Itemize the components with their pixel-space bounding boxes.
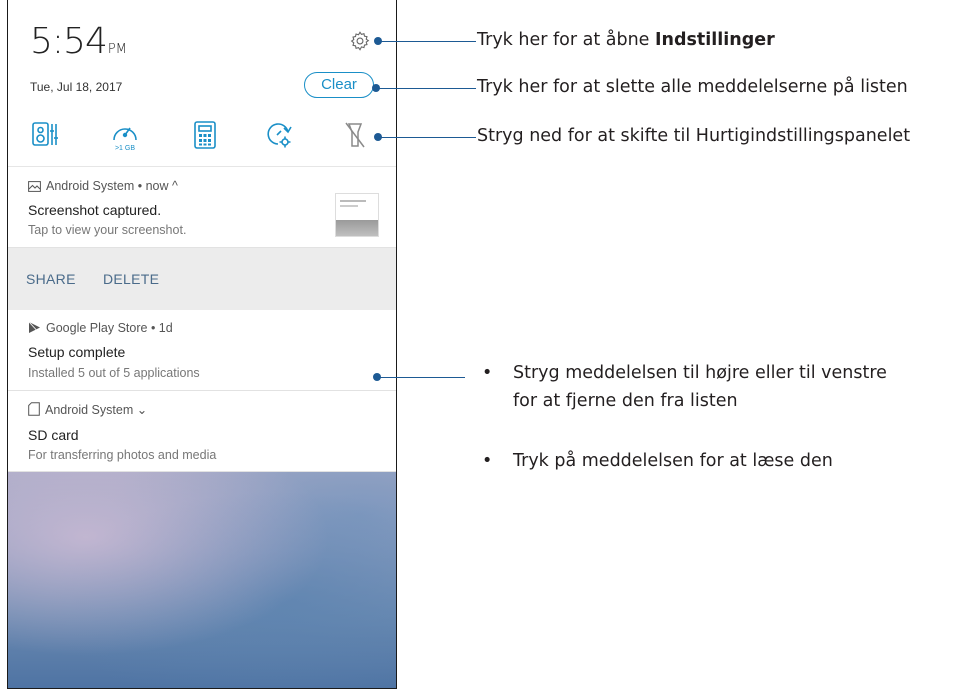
- notification-body: For transferring photos and media: [28, 448, 217, 462]
- date-label: Tue, Jul 18, 2017: [30, 80, 123, 94]
- bullet: •: [482, 451, 493, 471]
- app-name: Android System: [46, 179, 135, 193]
- wallpaper: [8, 472, 396, 688]
- clear-button[interactable]: Clear: [304, 72, 374, 98]
- callout-quick-settings: Stryg ned for at skifte til Hurtigindsti…: [477, 126, 911, 146]
- boost-label: >1 GB: [115, 145, 135, 152]
- callout-line-settings: [378, 41, 476, 42]
- callout-line-notifications: [377, 377, 465, 378]
- sd-card-icon: [28, 402, 40, 416]
- screenshot-thumbnail: [335, 193, 379, 237]
- clock-digits: 5:54: [30, 21, 108, 62]
- clock-ampm: PM: [107, 42, 127, 57]
- notification-header: Google Play Store • 1d: [28, 321, 173, 335]
- callout-settings-prefix: Tryk her for at åbne: [477, 30, 656, 50]
- sync-settings-icon[interactable]: [264, 118, 294, 152]
- callout-clear: Tryk her for at slette alle meddelelsern…: [477, 77, 908, 97]
- calculator-icon[interactable]: [190, 118, 220, 152]
- clock: 5:54PM: [30, 20, 127, 72]
- notification-play-store[interactable]: Google Play Store • 1d Setup complete In…: [8, 310, 396, 391]
- bullet: •: [482, 363, 493, 383]
- phone-screenshot: 5:54PM Tue, Jul 18, 2017 Clear >1 GB And…: [7, 0, 397, 689]
- notification-header: Android System ⌄: [28, 402, 147, 417]
- notification-title: Screenshot captured.: [28, 202, 162, 218]
- callout-line-quick: [378, 137, 476, 138]
- boost-icon[interactable]: >1 GB: [110, 118, 140, 152]
- notification-body: Tap to view your screenshot.: [28, 223, 187, 237]
- share-button[interactable]: SHARE: [26, 271, 76, 287]
- audio-wizard-icon[interactable]: [30, 118, 60, 152]
- notification-sd-card[interactable]: Android System ⌄ SD card For transferrin…: [8, 391, 396, 472]
- notification-meta: • 1d: [150, 321, 173, 335]
- notification-header: Android System • now ^: [28, 179, 178, 193]
- delete-button[interactable]: DELETE: [103, 271, 159, 287]
- app-name: Android System: [45, 403, 134, 417]
- notification-screenshot[interactable]: Android System • now ^ Screenshot captur…: [8, 167, 396, 248]
- flashlight-off-icon[interactable]: [340, 118, 370, 152]
- callout-swipe-line1: Stryg meddelelsen til højre eller til ve…: [513, 363, 887, 383]
- play-store-icon: [28, 321, 40, 333]
- notification-actions: SHARE DELETE: [8, 248, 396, 310]
- notification-title: SD card: [28, 427, 79, 443]
- gear-icon[interactable]: [349, 30, 371, 52]
- notification-title: Setup complete: [28, 344, 126, 360]
- notification-meta: • now ^: [137, 179, 178, 193]
- callout-line-clear: [376, 88, 476, 89]
- notification-header: 5:54PM Tue, Jul 18, 2017 Clear >1 GB: [8, 0, 396, 167]
- image-icon: [28, 181, 41, 192]
- callout-settings: Tryk her for at åbne Indstillinger: [477, 30, 775, 50]
- callout-settings-bold: Indstillinger: [655, 30, 775, 50]
- app-name: Google Play Store: [46, 321, 148, 335]
- callout-tap: Tryk på meddelelsen for at læse den: [513, 451, 833, 471]
- callout-swipe-line2: for at fjerne den fra listen: [513, 391, 738, 411]
- notification-meta: ⌄: [136, 403, 148, 417]
- notification-body: Installed 5 out of 5 applications: [28, 366, 200, 380]
